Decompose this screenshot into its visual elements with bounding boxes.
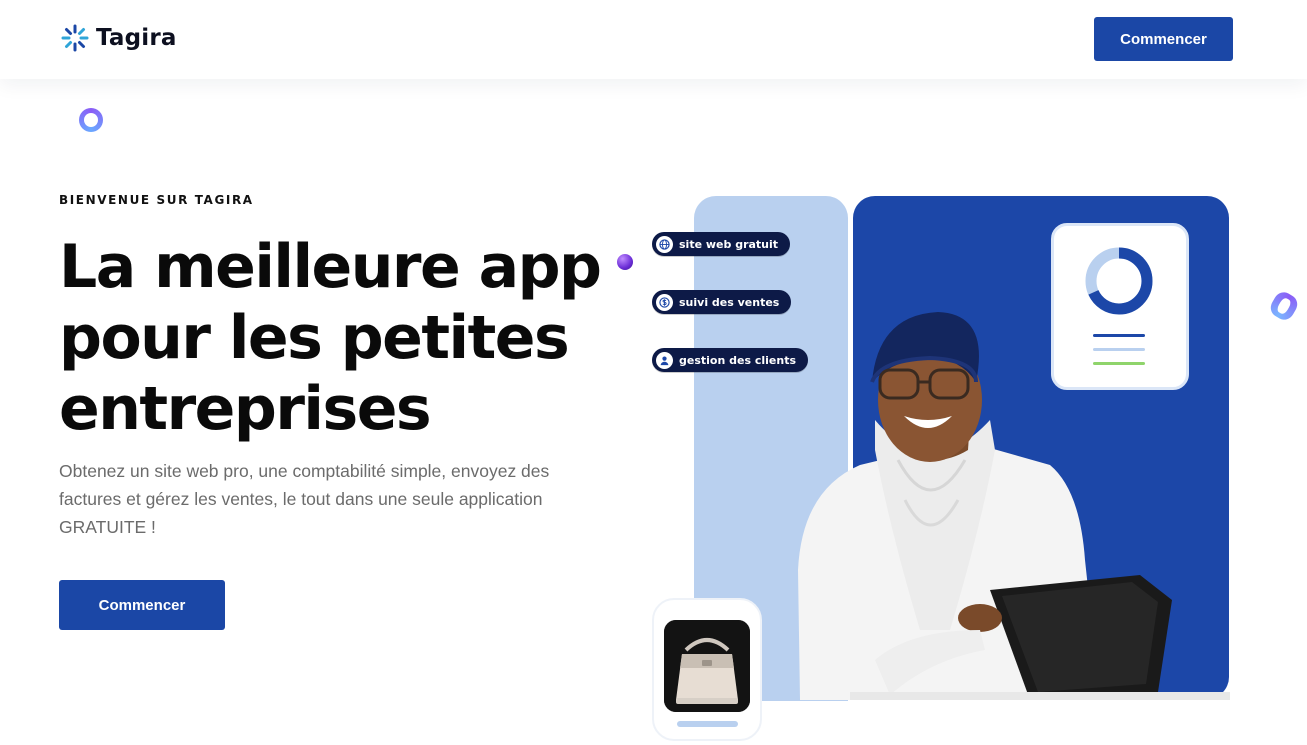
chip-label: site web gratuit <box>679 237 779 251</box>
woman-with-tablet-photo <box>798 312 1230 700</box>
sparkle-logo-icon <box>61 24 89 52</box>
brand-logo[interactable]: Tagira <box>61 24 177 52</box>
product-info-bar <box>677 721 738 727</box>
globe-icon <box>656 235 673 253</box>
nav-start-button[interactable]: Commencer <box>1094 17 1233 61</box>
dollar-icon <box>656 293 673 311</box>
hero-title: La meilleure app pour les petites entrep… <box>59 232 602 444</box>
chip-label: suivi des ventes <box>679 295 780 309</box>
brand-name: Tagira <box>96 25 177 51</box>
product-card <box>652 598 762 741</box>
decorative-orb-icon <box>617 254 633 270</box>
top-navbar: Tagira Commencer <box>0 0 1307 79</box>
chip-label: gestion des clients <box>679 353 796 367</box>
hero-eyebrow: BIENVENUE SUR TAGIRA <box>59 193 254 207</box>
hero-start-button[interactable]: Commencer <box>59 580 225 630</box>
hero-description: Obtenez un site web pro, une comptabilit… <box>59 461 550 537</box>
feature-chip-website: site web gratuit <box>652 232 791 256</box>
decorative-ring-icon <box>1267 288 1301 324</box>
user-icon <box>656 351 673 369</box>
decorative-ring-icon <box>79 108 103 132</box>
handbag-product-image <box>664 620 750 712</box>
feature-chip-sales: suivi des ventes <box>652 290 792 314</box>
